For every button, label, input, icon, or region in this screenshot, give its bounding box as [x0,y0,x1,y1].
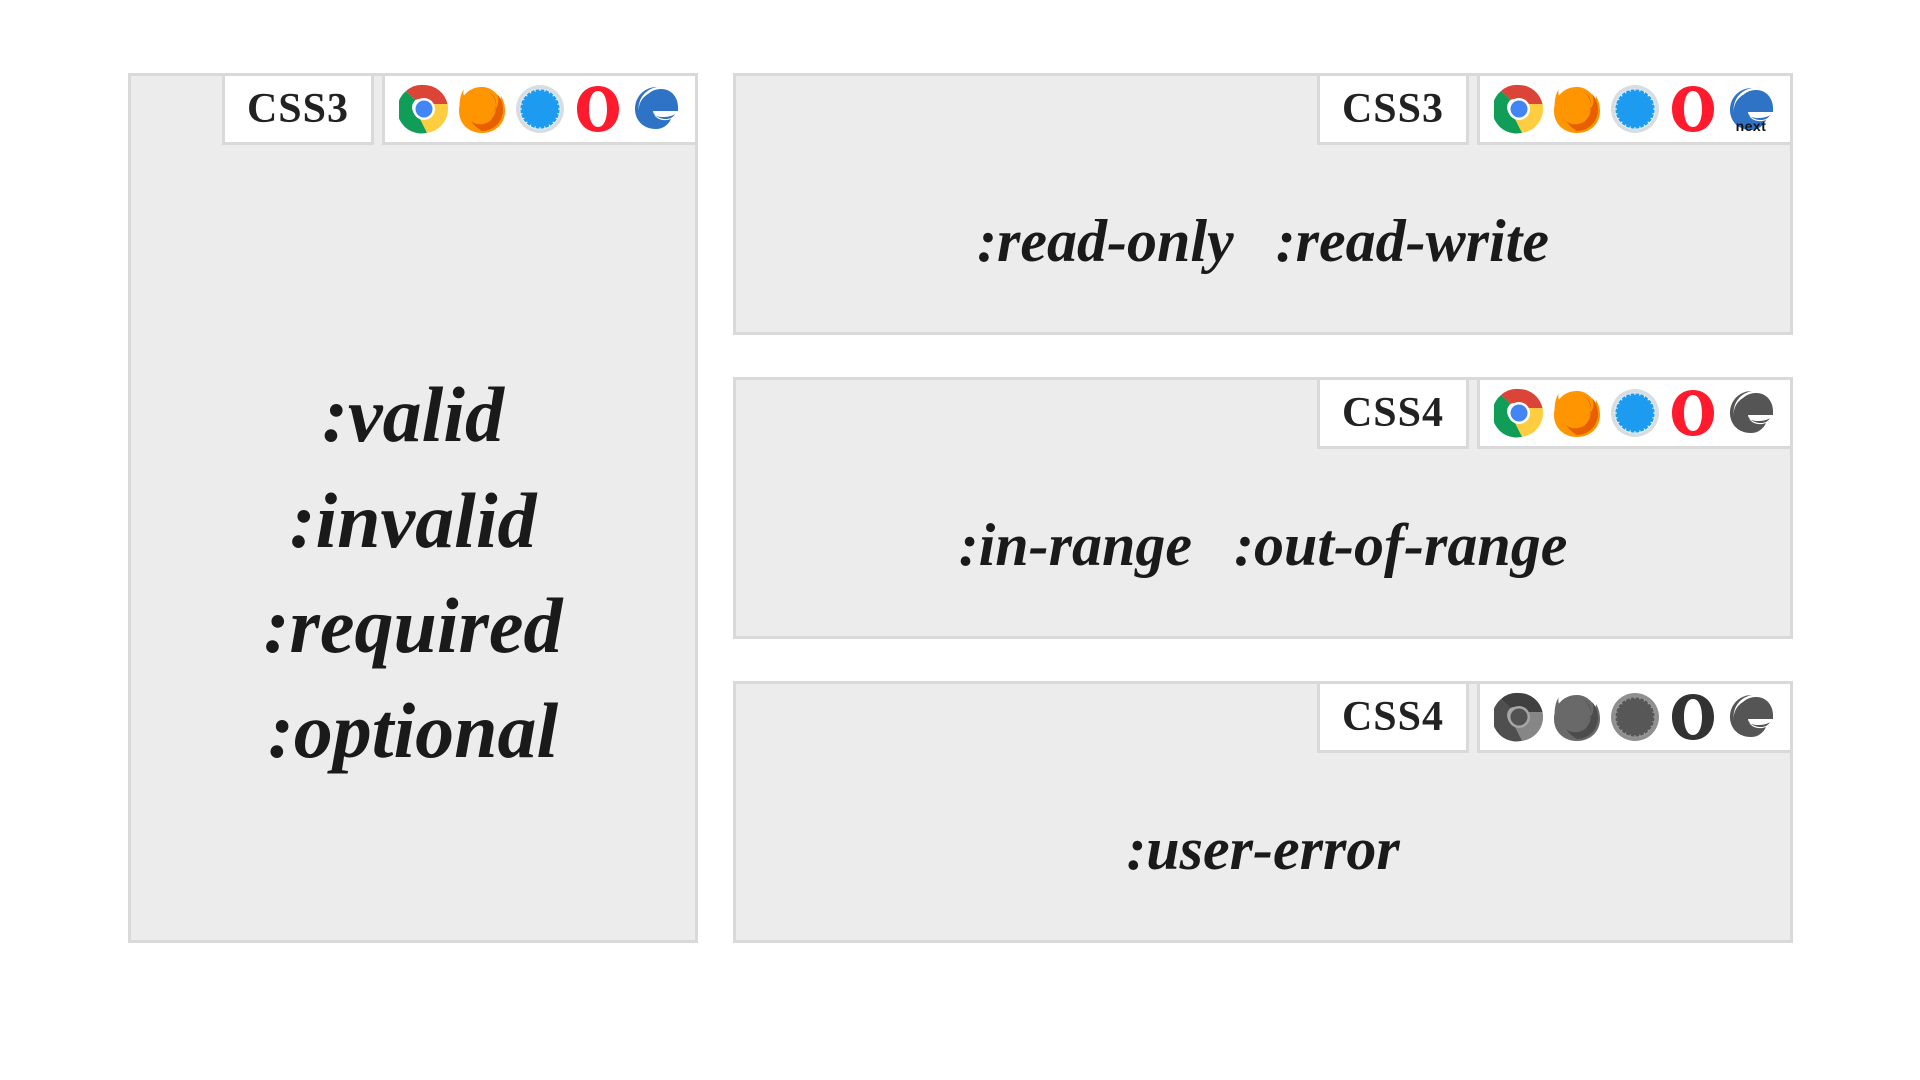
spec-badge: CSS3 [1317,73,1469,145]
spec-label: CSS4 [1342,389,1444,437]
edge-icon [1726,692,1776,742]
pseudo-selector: :user-error [1126,809,1399,890]
opera-icon [1668,84,1718,134]
firefox-icon [457,84,507,134]
slide-stage: CSS3 :valid :invalid :required :optional [0,0,1920,1080]
safari-icon [1610,388,1660,438]
card-user-error: CSS4 :user-error [733,681,1793,943]
pseudo-selector: :optional [268,678,558,783]
opera-icon [1668,388,1718,438]
firefox-icon [1552,84,1602,134]
card-body: :user-error [736,779,1790,920]
chrome-icon [1494,84,1544,134]
safari-icon [515,84,565,134]
card-body: :valid :invalid :required :optional [131,266,695,880]
card-in-out-range: CSS4 :in-range :out-of-range [733,377,1793,639]
firefox-icon [1552,388,1602,438]
edge-next-label: next [1736,121,1767,132]
browser-support-badge [1477,681,1793,753]
pseudo-selector: :invalid [290,468,537,573]
firefox-icon [1552,692,1602,742]
card-read-only-write: CSS3 next :read-only :read-write [733,73,1793,335]
opera-icon [1668,692,1718,742]
safari-icon [1610,84,1660,134]
pseudo-selector: :valid [322,362,504,467]
pseudo-selector: :required [264,573,563,678]
browser-support-badge [1477,377,1793,449]
chrome-icon [399,84,449,134]
card-badges: CSS4 [1317,681,1793,753]
chrome-icon [1494,692,1544,742]
card-badges: CSS4 [1317,377,1793,449]
spec-badge: CSS4 [1317,681,1469,753]
chrome-icon [1494,388,1544,438]
edge-icon [1726,388,1776,438]
card-valid-invalid: CSS3 :valid :invalid :required :optional [128,73,698,943]
spec-badge: CSS4 [1317,377,1469,449]
card-badges: CSS3 [222,73,698,145]
pseudo-selector: :read-only [977,201,1234,282]
pseudo-selector: :in-range [959,505,1192,586]
edge-next-icon: next [1726,84,1776,134]
card-body: :in-range :out-of-range [736,475,1790,616]
card-body: :read-only :read-write [736,171,1790,312]
spec-label: CSS3 [247,85,349,133]
spec-label: CSS4 [1342,693,1444,741]
opera-icon [573,84,623,134]
edge-icon [631,84,681,134]
spec-label: CSS3 [1342,85,1444,133]
card-badges: CSS3 next [1317,73,1793,145]
spec-badge: CSS3 [222,73,374,145]
pseudo-selector: :out-of-range [1234,505,1567,586]
safari-icon [1610,692,1660,742]
browser-support-badge [382,73,698,145]
pseudo-selector: :read-write [1276,201,1549,282]
browser-support-badge: next [1477,73,1793,145]
